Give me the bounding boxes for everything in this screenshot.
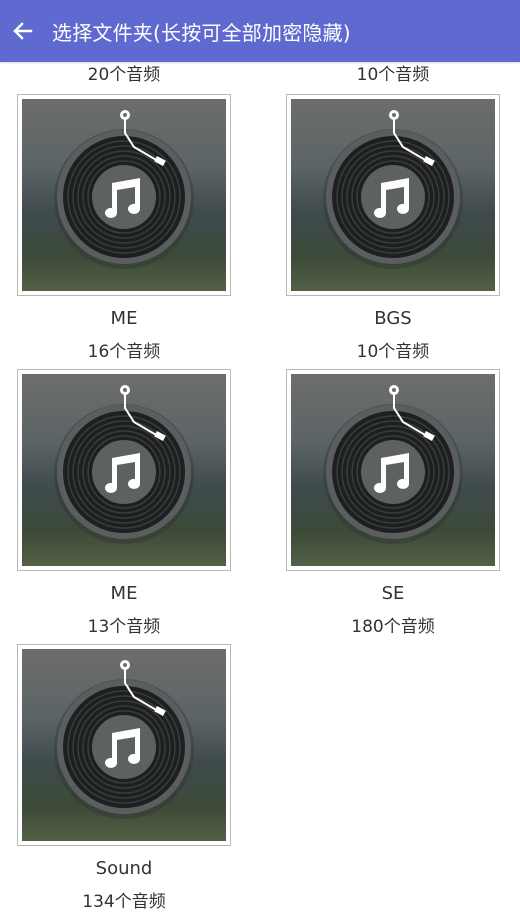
vinyl-record-icon xyxy=(291,374,495,566)
folder-thumbnail[interactable] xyxy=(17,644,231,846)
folder-name: Sound xyxy=(95,858,153,879)
folder-grid: 20个音频 10个音频 ME 16个音频 BGS 10个音频 ME 13个音频 … xyxy=(0,0,520,924)
folder-name: BGS xyxy=(374,308,412,329)
app-screen: 20个音频 10个音频 ME 16个音频 BGS 10个音频 ME 13个音频 … xyxy=(0,0,520,924)
folder-count: 180个音频 xyxy=(351,617,435,637)
page-title: 选择文件夹(长按可全部加密隐藏) xyxy=(52,20,351,45)
folder-count: 13个音频 xyxy=(87,617,161,637)
folder-count-partial-right: 10个音频 xyxy=(356,65,430,85)
folder-thumbnail[interactable] xyxy=(17,94,231,296)
folder-name: ME xyxy=(110,583,138,604)
vinyl-record-icon xyxy=(22,649,226,841)
folder-name: ME xyxy=(110,308,138,329)
folder-name: SE xyxy=(381,583,405,604)
folder-thumbnail[interactable] xyxy=(17,369,231,571)
vinyl-record-icon xyxy=(22,99,226,291)
vinyl-record-icon xyxy=(22,374,226,566)
folder-count: 10个音频 xyxy=(356,342,430,362)
folder-thumbnail[interactable] xyxy=(286,369,500,571)
folder-count: 16个音频 xyxy=(87,342,161,362)
arrow-left-icon xyxy=(13,22,33,40)
back-button[interactable] xyxy=(0,0,44,62)
vinyl-record-icon xyxy=(291,99,495,291)
folder-count-partial-left: 20个音频 xyxy=(87,65,161,85)
app-header: 选择文件夹(长按可全部加密隐藏) xyxy=(0,0,520,62)
folder-thumbnail[interactable] xyxy=(286,94,500,296)
folder-count: 134个音频 xyxy=(82,892,166,912)
